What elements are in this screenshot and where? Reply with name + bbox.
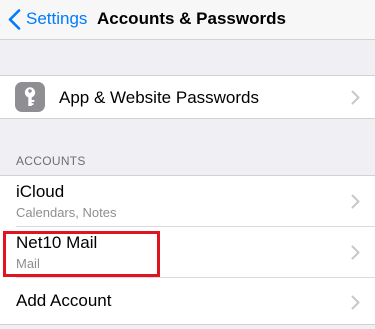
app-website-passwords-row[interactable]: App & Website Passwords <box>0 76 375 119</box>
account-title: iCloud <box>16 182 65 201</box>
back-button-label: Settings <box>26 9 88 28</box>
account-subtitle: Calendars, Notes <box>16 205 117 220</box>
account-row-icloud[interactable]: iCloud Calendars, Notes <box>0 176 375 226</box>
account-title: Net10 Mail <box>16 233 98 252</box>
chevron-right-icon <box>351 245 360 260</box>
navigation-bar: Settings Accounts & Passwords <box>0 0 375 40</box>
accounts-group: iCloud Calendars, Notes Net10 Mail Mail … <box>0 175 375 325</box>
page-title: Accounts & Passwords <box>97 9 286 28</box>
chevron-right-icon <box>351 295 360 310</box>
app-website-passwords-label: App & Website Passwords <box>59 88 259 107</box>
account-subtitle: Mail <box>16 256 40 271</box>
account-row-net10-mail[interactable]: Net10 Mail Mail <box>0 227 375 277</box>
accounts-section-header: ACCOUNTS <box>16 154 86 168</box>
add-account-label: Add Account <box>16 291 112 310</box>
chevron-right-icon <box>351 90 360 105</box>
chevron-left-icon <box>8 8 21 30</box>
back-button[interactable]: Settings <box>8 7 87 31</box>
chevron-right-icon <box>351 194 360 209</box>
add-account-row[interactable]: Add Account <box>0 278 375 325</box>
key-icon <box>15 82 45 112</box>
passwords-group: App & Website Passwords <box>0 75 375 119</box>
